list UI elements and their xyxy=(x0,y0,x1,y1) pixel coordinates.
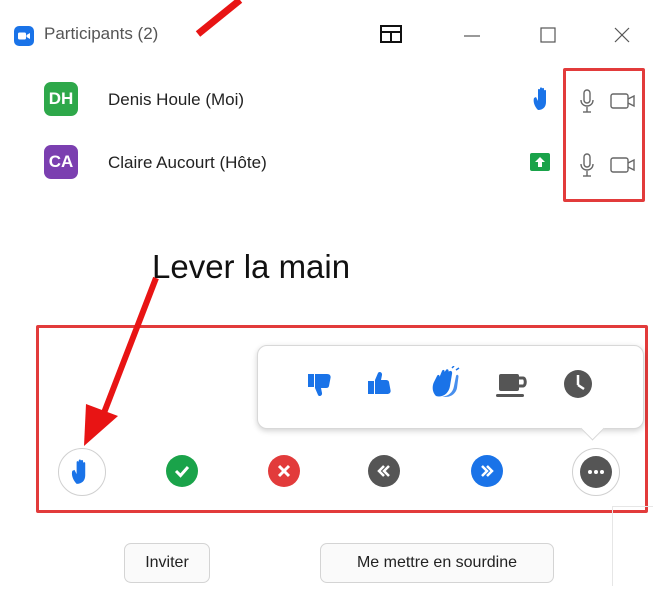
raised-hand-icon xyxy=(532,86,554,117)
annotation-label: Lever la main xyxy=(152,248,351,285)
faster-button[interactable] xyxy=(471,455,503,487)
microphone-icon[interactable] xyxy=(578,152,596,183)
no-button[interactable] xyxy=(268,455,300,487)
thumbs-down-icon[interactable] xyxy=(305,370,335,405)
more-button[interactable] xyxy=(572,448,620,496)
zoom-app-icon xyxy=(14,26,34,46)
split-layout-icon[interactable] xyxy=(370,20,410,50)
camera-icon[interactable] xyxy=(610,92,636,115)
camera-icon[interactable] xyxy=(610,156,636,179)
more-icon xyxy=(580,456,612,488)
arrow-annotation-raise-hand xyxy=(84,276,159,446)
participant-name: Claire Aucourt (Hôte) xyxy=(108,153,267,172)
minimize-icon[interactable] xyxy=(452,20,492,50)
coffee-icon[interactable] xyxy=(496,370,530,405)
maximize-icon[interactable] xyxy=(528,20,568,50)
divider xyxy=(612,506,613,586)
slower-icon xyxy=(377,465,390,477)
invite-button[interactable]: Inviter xyxy=(124,543,210,583)
window-title: Participants (2) xyxy=(44,24,159,43)
participant-name: Denis Houle (Moi) xyxy=(108,90,245,109)
no-x-icon xyxy=(277,464,291,478)
slower-button[interactable] xyxy=(368,455,400,487)
avatar: DH xyxy=(44,82,78,116)
divider xyxy=(612,506,653,507)
arrow-annotation-title xyxy=(195,0,243,37)
raise-hand-icon xyxy=(71,459,86,484)
thumbs-up-icon[interactable] xyxy=(365,368,395,403)
clock-icon[interactable] xyxy=(562,368,594,405)
microphone-icon[interactable] xyxy=(578,88,596,119)
close-icon[interactable] xyxy=(602,20,642,50)
share-screen-icon xyxy=(530,153,550,176)
participant-row[interactable]: CA Claire Aucourt (Hôte) xyxy=(42,143,562,183)
yes-check-icon xyxy=(174,466,190,478)
mute-me-button[interactable]: Me mettre en sourdine xyxy=(320,543,554,583)
participant-row[interactable]: DH Denis Houle (Moi) xyxy=(42,80,562,120)
title-bar: Participants (2) xyxy=(0,0,653,64)
faster-icon xyxy=(481,465,494,477)
clap-icon[interactable] xyxy=(428,365,462,405)
avatar: CA xyxy=(44,145,78,179)
mic-camera-highlight-box xyxy=(563,68,645,202)
